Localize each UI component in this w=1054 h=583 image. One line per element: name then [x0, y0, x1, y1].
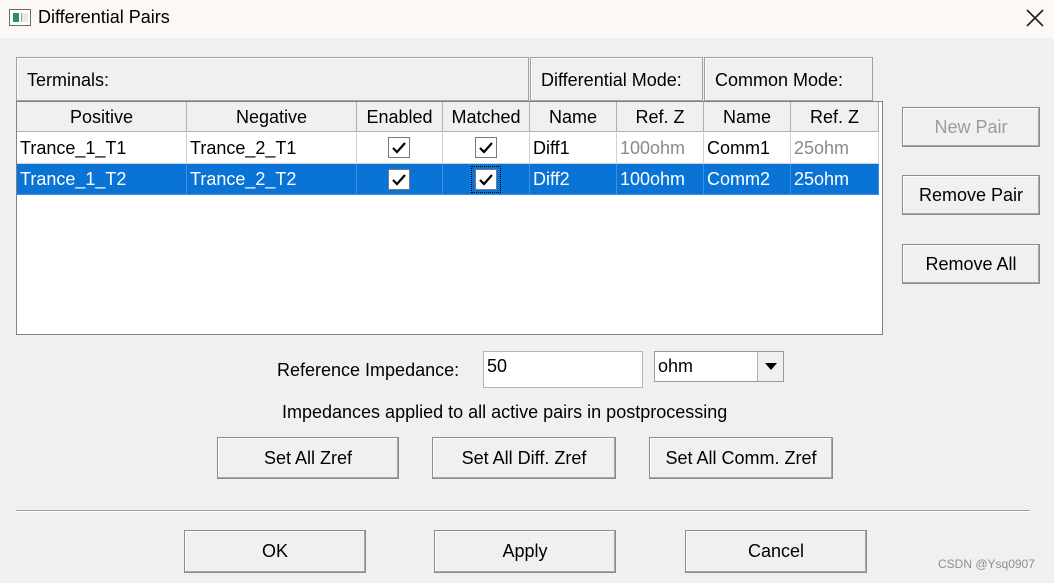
cancel-button[interactable]: Cancel [685, 530, 867, 573]
reference-impedance-input[interactable]: 50 [483, 351, 643, 388]
matched-checkbox[interactable] [475, 169, 497, 190]
cell-diff-name[interactable]: Diff2 [530, 164, 617, 195]
col-header-diff-refz[interactable]: Ref. Z [617, 102, 704, 132]
set-all-comm-zref-button[interactable]: Set All Comm. Zref [649, 437, 833, 479]
checkmark-icon [479, 141, 493, 154]
pairs-table[interactable]: Positive Negative Enabled Matched Name R… [16, 101, 883, 335]
cell-comm-refz[interactable]: 25ohm [791, 133, 879, 164]
cell-diff-name[interactable]: Diff1 [530, 133, 617, 164]
cell-diff-refz[interactable]: 100ohm [617, 164, 704, 195]
impedance-unit-select[interactable]: ohm [654, 351, 784, 382]
remove-all-button[interactable]: Remove All [902, 244, 1040, 284]
impedance-unit-value: ohm [658, 356, 694, 376]
dropdown-arrow[interactable] [757, 352, 783, 381]
set-all-diff-zref-button[interactable]: Set All Diff. Zref [432, 437, 616, 479]
reference-impedance-label: Reference Impedance: [277, 360, 460, 380]
enabled-checkbox[interactable] [388, 137, 410, 158]
separator [16, 510, 1030, 512]
common-mode-group-header: Common Mode: [704, 57, 873, 101]
close-icon [1026, 9, 1044, 27]
matched-checkbox[interactable] [475, 137, 497, 158]
checkmark-icon [479, 173, 493, 186]
enabled-checkbox[interactable] [388, 169, 410, 190]
col-header-negative[interactable]: Negative [187, 102, 357, 132]
checkmark-icon [392, 141, 406, 154]
window-title: Differential Pairs [38, 7, 170, 27]
apply-button[interactable]: Apply [434, 530, 616, 573]
cell-matched [443, 164, 530, 195]
cell-comm-refz[interactable]: 25ohm [791, 164, 879, 195]
differential-mode-group-header: Differential Mode: [530, 57, 703, 101]
terminals-group-header: Terminals: [16, 57, 529, 101]
ok-button[interactable]: OK [184, 530, 366, 573]
cell-positive[interactable]: Trance_1_T1 [17, 133, 187, 164]
cell-negative[interactable]: Trance_2_T1 [187, 133, 357, 164]
new-pair-button[interactable]: New Pair [902, 107, 1040, 147]
app-icon [9, 9, 31, 26]
cell-diff-refz[interactable]: 100ohm [617, 133, 704, 164]
cell-matched [443, 133, 530, 164]
cell-comm-name[interactable]: Comm2 [704, 164, 791, 195]
col-header-comm-refz[interactable]: Ref. Z [791, 102, 879, 132]
chevron-down-icon [764, 362, 777, 370]
col-header-positive[interactable]: Positive [17, 102, 187, 132]
watermark: CSDN @Ysq0907 [938, 557, 1035, 571]
close-button[interactable] [1018, 2, 1052, 34]
cell-enabled [357, 133, 443, 164]
checkmark-icon [392, 173, 406, 186]
col-header-comm-name[interactable]: Name [704, 102, 791, 132]
info-text: Impedances applied to all active pairs i… [282, 402, 728, 422]
cell-comm-name[interactable]: Comm1 [704, 133, 791, 164]
cell-enabled [357, 164, 443, 195]
col-header-matched[interactable]: Matched [443, 102, 530, 132]
cell-negative[interactable]: Trance_2_T2 [187, 164, 357, 195]
col-header-diff-name[interactable]: Name [530, 102, 617, 132]
remove-pair-button[interactable]: Remove Pair [902, 175, 1040, 215]
cell-positive[interactable]: Trance_1_T2 [17, 164, 187, 195]
set-all-zref-button[interactable]: Set All Zref [217, 437, 399, 479]
col-header-enabled[interactable]: Enabled [357, 102, 443, 132]
